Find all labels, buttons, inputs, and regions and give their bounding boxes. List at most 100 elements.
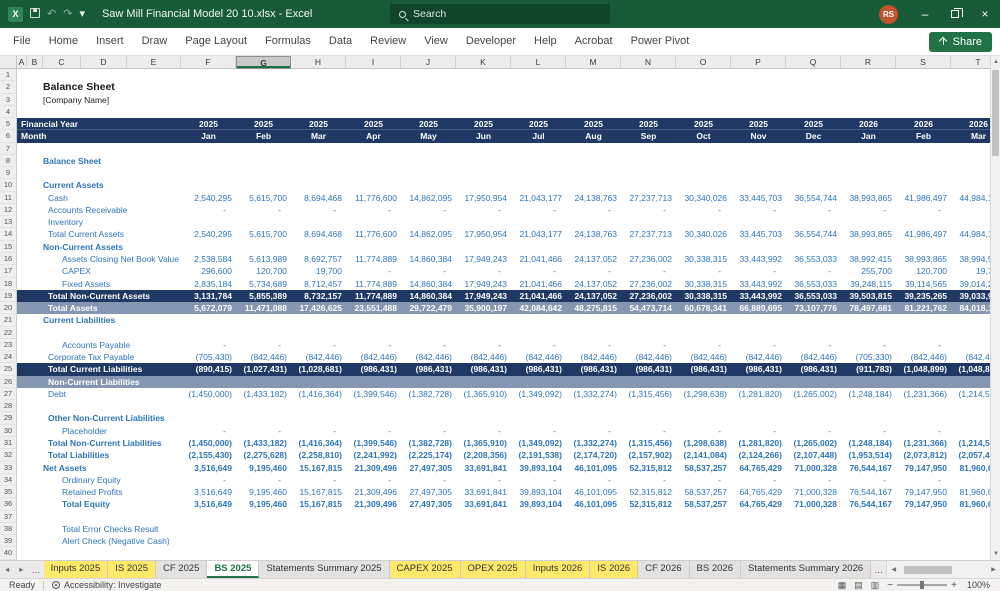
row-header-8[interactable]: 8 <box>0 154 17 168</box>
column-header-d[interactable]: D <box>81 56 127 69</box>
cell[interactable] <box>621 81 676 93</box>
row-header-5[interactable]: 5 <box>0 118 17 131</box>
cell[interactable] <box>511 143 566 155</box>
sheet-tab-is-2025[interactable]: IS 2025 <box>108 561 156 578</box>
cell[interactable]: (1,332,274) <box>566 388 621 400</box>
cell[interactable]: (2,191,538) <box>511 449 566 461</box>
cell[interactable] <box>181 241 236 253</box>
cell[interactable]: (705,430) <box>181 351 236 363</box>
cell[interactable]: - <box>896 204 951 216</box>
cell[interactable] <box>951 314 990 326</box>
cell[interactable]: - <box>841 339 896 351</box>
cell[interactable]: - <box>731 339 786 351</box>
cell[interactable]: (1,048,899) <box>951 363 990 376</box>
cell[interactable]: (842,446) <box>621 351 676 363</box>
row-label[interactable]: Total Current Liabilities <box>17 363 181 376</box>
cell[interactable]: 24,137,052 <box>566 253 621 265</box>
cell[interactable]: (1,953,514) <box>841 449 896 461</box>
cell[interactable]: - <box>676 425 731 437</box>
cell[interactable] <box>291 69 346 81</box>
cell[interactable]: - <box>731 425 786 437</box>
row-label[interactable]: Financial Year <box>17 118 181 131</box>
row-header-31[interactable]: 31 <box>0 436 17 450</box>
cell[interactable]: (2,225,174) <box>401 449 456 461</box>
cell[interactable] <box>511 94 566 106</box>
cell[interactable] <box>841 412 896 424</box>
cell[interactable]: - <box>401 265 456 277</box>
cell[interactable]: 33,443,992 <box>731 278 786 290</box>
cell[interactable]: 296,600 <box>181 265 236 277</box>
cell[interactable] <box>951 69 990 81</box>
cell[interactable]: 33,691,841 <box>456 462 511 474</box>
column-header-h[interactable]: H <box>291 56 346 69</box>
scroll-right-icon[interactable]: ▶ <box>987 566 1000 573</box>
sheet-overflow-ellipsis[interactable]: … <box>871 561 886 578</box>
cell[interactable]: - <box>621 425 676 437</box>
cell[interactable] <box>621 143 676 155</box>
cell[interactable]: (1,315,456) <box>621 437 676 449</box>
cell[interactable] <box>676 375 731 388</box>
cell[interactable] <box>511 81 566 93</box>
cell[interactable]: 2025 <box>401 118 456 131</box>
cell[interactable] <box>346 241 401 253</box>
cell[interactable]: (1,382,728) <box>401 437 456 449</box>
row-label[interactable]: Balance Sheet <box>17 155 181 167</box>
cell[interactable] <box>511 314 566 326</box>
cell[interactable]: - <box>676 474 731 486</box>
cell[interactable]: 2025 <box>456 118 511 131</box>
search-input[interactable]: Search <box>390 4 610 24</box>
row-header-40[interactable]: 40 <box>0 547 17 560</box>
ribbon-tab-formulas[interactable]: Formulas <box>256 28 320 55</box>
cell[interactable]: 14,862,095 <box>401 192 456 204</box>
cell[interactable]: (1,315,456) <box>621 388 676 400</box>
cell[interactable] <box>896 179 951 191</box>
excel-app-icon[interactable]: X <box>8 6 23 22</box>
prev-sheet-icon[interactable]: ◂ <box>0 561 14 578</box>
cell[interactable]: - <box>621 265 676 277</box>
cell[interactable] <box>181 155 236 167</box>
cell[interactable] <box>236 327 291 339</box>
cell[interactable] <box>951 400 990 412</box>
cell[interactable]: - <box>511 339 566 351</box>
cell[interactable]: 2026 <box>896 118 951 131</box>
cell[interactable]: 39,014,265 <box>951 278 990 290</box>
cell[interactable] <box>566 327 621 339</box>
cell[interactable]: - <box>346 339 401 351</box>
cell[interactable]: 5,613,989 <box>236 253 291 265</box>
cell[interactable]: 24,137,052 <box>566 289 621 303</box>
ribbon-tab-acrobat[interactable]: Acrobat <box>566 28 622 55</box>
cell[interactable]: 42,084,642 <box>511 302 566 315</box>
cell[interactable] <box>236 241 291 253</box>
cell[interactable] <box>731 547 786 559</box>
cell[interactable]: 27,236,002 <box>621 278 676 290</box>
cell[interactable]: (1,265,002) <box>786 388 841 400</box>
cell[interactable] <box>181 400 236 412</box>
cell[interactable]: 41,986,497 <box>896 192 951 204</box>
cell[interactable]: - <box>676 339 731 351</box>
cell[interactable] <box>951 167 990 179</box>
cell[interactable]: 66,889,695 <box>731 302 786 315</box>
cell[interactable] <box>181 314 236 326</box>
cell[interactable] <box>566 241 621 253</box>
cell[interactable]: 17,949,243 <box>456 289 511 303</box>
zoom-out-button[interactable]: − <box>887 580 893 591</box>
cell[interactable]: 27,237,713 <box>621 192 676 204</box>
cell[interactable]: 24,138,763 <box>566 192 621 204</box>
cell[interactable] <box>676 511 731 523</box>
cell[interactable]: 14,860,384 <box>401 278 456 290</box>
cell[interactable] <box>731 155 786 167</box>
cell[interactable]: - <box>291 425 346 437</box>
cell[interactable] <box>236 216 291 228</box>
cell[interactable]: - <box>236 339 291 351</box>
cell[interactable]: - <box>951 425 990 437</box>
cell[interactable] <box>236 412 291 424</box>
cell[interactable] <box>511 327 566 339</box>
cell[interactable]: (1,298,638) <box>676 437 731 449</box>
cell[interactable] <box>236 69 291 81</box>
cell[interactable]: (842,446) <box>566 351 621 363</box>
cell[interactable] <box>401 375 456 388</box>
row-header-32[interactable]: 32 <box>0 449 17 462</box>
cell[interactable]: (842,446) <box>401 351 456 363</box>
cell[interactable]: 27,236,002 <box>621 289 676 303</box>
cell[interactable] <box>731 106 786 118</box>
